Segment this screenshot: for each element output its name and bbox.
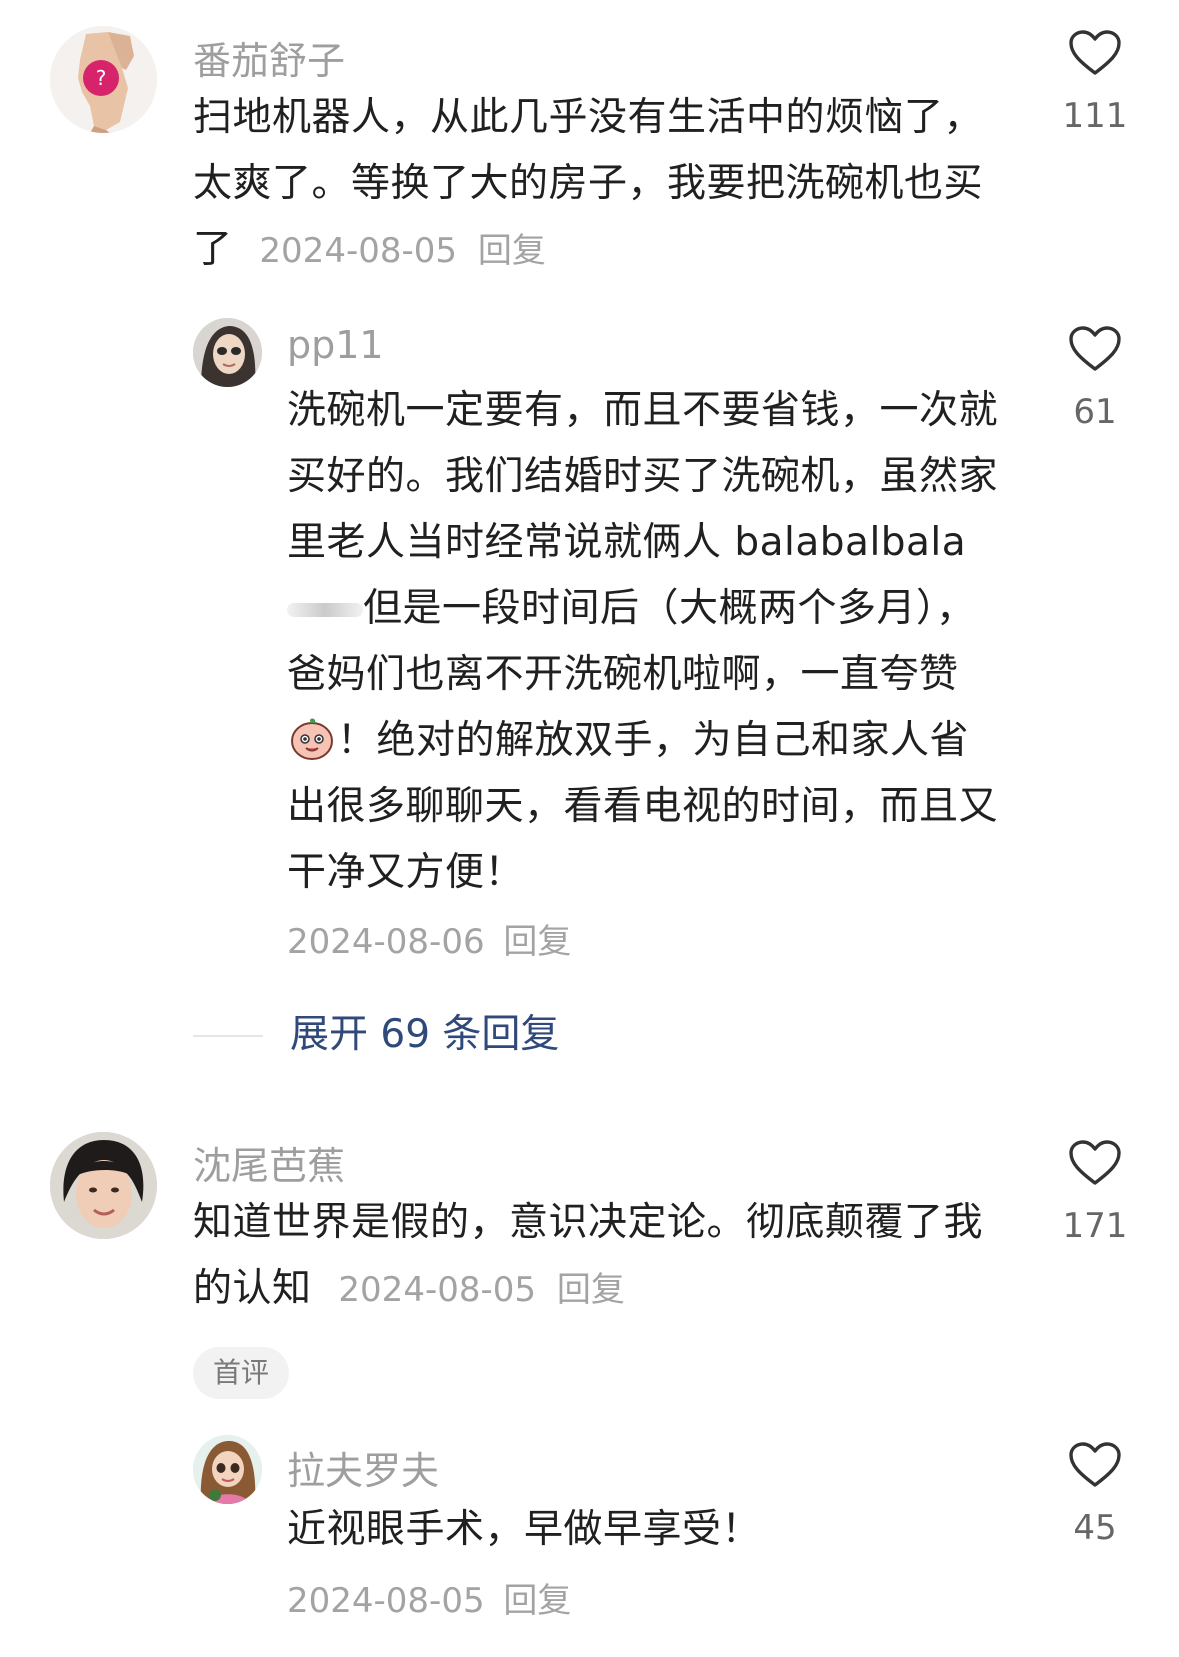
blurred-text: [287, 603, 363, 617]
expand-replies[interactable]: 展开 69 条回复: [193, 1003, 893, 1063]
comment-username[interactable]: 沈尾芭蕉: [193, 1135, 345, 1190]
like-count: 61: [1073, 392, 1117, 432]
reply-text: 洗碗机一定要有，而且不要省钱，一次就买好的。我们结婚时买了洗碗机，虽然家里老人当…: [287, 378, 1007, 906]
reply-button[interactable]: 回复: [557, 1270, 625, 1310]
avatar[interactable]: [193, 1435, 262, 1504]
heart-outline-icon: [1069, 1140, 1121, 1185]
reply-button[interactable]: 回复: [503, 922, 571, 962]
avatar[interactable]: [50, 1132, 157, 1239]
comment-text: 知道世界是假的，意识决定论。彻底颠覆了我的认知 2024-08-05 回复: [193, 1190, 983, 1323]
like-count: 171: [1062, 1206, 1128, 1246]
reply-username[interactable]: pp11: [287, 323, 384, 367]
like-button[interactable]: 61: [1045, 326, 1145, 432]
avatar[interactable]: [193, 318, 262, 387]
reply-body-part2: 但是一段时间后（大概两个多月），爸妈们也离不开洗碗机啦啊，一直夸赞: [287, 586, 976, 697]
comment-date: 2024-08-05: [338, 1270, 537, 1310]
like-count: 111: [1062, 96, 1128, 136]
reply-date: 2024-08-05: [287, 1581, 485, 1621]
divider: [193, 1035, 263, 1037]
peach-face-emoji-icon: [289, 715, 335, 761]
reply-body: 近视眼手术，早做早享受！: [287, 1507, 762, 1552]
reply-body-part3: ！绝对的解放双手，为自己和家人省出很多聊聊天，看看电视的时间，而且又干净又方便！: [287, 718, 999, 895]
like-button[interactable]: 171: [1045, 1140, 1145, 1246]
like-button[interactable]: 45: [1045, 1442, 1145, 1548]
avatar[interactable]: ?: [50, 26, 157, 133]
hand-avatar-image: ?: [50, 26, 157, 133]
like-count: 45: [1073, 1508, 1117, 1548]
reply-button[interactable]: 回复: [478, 231, 546, 271]
comment-date: 2024-08-05: [259, 231, 458, 271]
heart-outline-icon: [1069, 30, 1121, 75]
woman-avatar-image: [193, 318, 262, 387]
reply-meta: 2024-08-05 回复: [287, 1573, 571, 1622]
first-comment-badge: 首评: [193, 1347, 289, 1399]
comment-text: 扫地机器人，从此几乎没有生活中的烦恼了，太爽了。等换了大的房子，我要把洗碗机也买…: [193, 85, 983, 284]
reply-username[interactable]: 拉夫罗夫: [287, 1440, 439, 1495]
heart-outline-icon: [1069, 326, 1121, 371]
short-hair-avatar-image: [50, 1132, 157, 1239]
cartoon-girl-avatar-image: [193, 1435, 262, 1504]
reply-meta: 2024-08-06 回复: [287, 914, 571, 963]
reply-text: 近视眼手术，早做早享受！: [287, 1497, 1007, 1563]
reply-body-part1: 洗碗机一定要有，而且不要省钱，一次就买好的。我们结婚时买了洗碗机，虽然家里老人当…: [287, 388, 999, 565]
reply-button[interactable]: 回复: [503, 1581, 571, 1621]
comment-username[interactable]: 番茄舒子: [193, 30, 345, 85]
svg-text:?: ?: [96, 66, 107, 90]
reply-date: 2024-08-06: [287, 922, 485, 962]
like-button[interactable]: 111: [1045, 30, 1145, 136]
expand-replies-link[interactable]: 展开 69 条回复: [290, 1003, 559, 1059]
heart-outline-icon: [1069, 1442, 1121, 1487]
